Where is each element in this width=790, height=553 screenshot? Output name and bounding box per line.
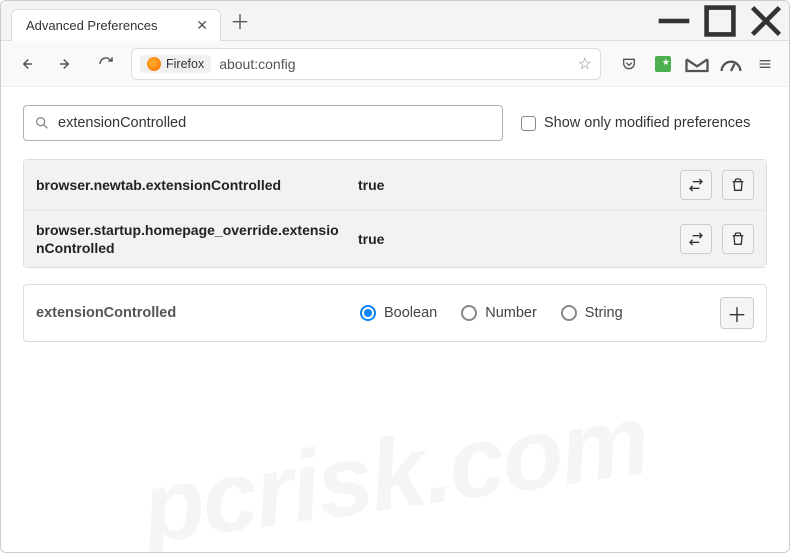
pref-value: true bbox=[358, 177, 668, 193]
radio-number[interactable]: Number bbox=[461, 305, 537, 321]
create-pref-row: extensionControlled Boolean Number Strin… bbox=[23, 284, 767, 342]
delete-button[interactable] bbox=[722, 170, 754, 200]
pref-actions bbox=[680, 170, 754, 200]
toggle-button[interactable] bbox=[680, 170, 712, 200]
pref-name: browser.newtab.extensionControlled bbox=[36, 176, 346, 194]
search-icon bbox=[34, 115, 50, 131]
search-input[interactable] bbox=[58, 115, 492, 131]
close-icon[interactable]: ✕ bbox=[194, 17, 210, 34]
reload-button[interactable] bbox=[91, 49, 121, 79]
maximize-button[interactable] bbox=[697, 1, 743, 41]
pref-actions bbox=[680, 224, 754, 254]
radio-icon bbox=[461, 305, 477, 321]
radio-boolean[interactable]: Boolean bbox=[360, 305, 437, 321]
radio-label: String bbox=[585, 305, 623, 321]
create-pref-name: extensionControlled bbox=[36, 305, 336, 321]
checkbox-label: Show only modified preferences bbox=[544, 115, 750, 131]
dashboard-icon[interactable] bbox=[717, 50, 745, 78]
add-button[interactable]: ＋ bbox=[720, 297, 754, 329]
new-tab-button[interactable]: ＋ bbox=[227, 8, 253, 34]
pref-search-box[interactable] bbox=[23, 105, 503, 141]
url-bar[interactable]: Firefox about:config ☆ bbox=[131, 48, 601, 80]
radio-icon bbox=[360, 305, 376, 321]
extension-icon[interactable] bbox=[649, 50, 677, 78]
show-modified-checkbox[interactable]: Show only modified preferences bbox=[521, 115, 750, 131]
close-button[interactable] bbox=[743, 1, 789, 41]
pref-value: true bbox=[358, 231, 668, 247]
tabs-area: Advanced Preferences ✕ ＋ bbox=[1, 1, 651, 40]
aboutconfig-content: Show only modified preferences browser.n… bbox=[1, 87, 789, 552]
firefox-icon bbox=[147, 57, 161, 71]
radio-label: Boolean bbox=[384, 305, 437, 321]
radio-icon bbox=[561, 305, 577, 321]
hamburger-menu-button[interactable] bbox=[751, 50, 779, 78]
back-button[interactable] bbox=[11, 49, 41, 79]
titlebar: Advanced Preferences ✕ ＋ bbox=[1, 1, 789, 41]
delete-button[interactable] bbox=[722, 224, 754, 254]
swap-icon bbox=[688, 231, 704, 247]
identity-label: Firefox bbox=[166, 57, 204, 71]
type-options: Boolean Number String bbox=[360, 305, 696, 321]
radio-string[interactable]: String bbox=[561, 305, 623, 321]
swap-icon bbox=[688, 177, 704, 193]
pref-name: browser.startup.homepage_override.extens… bbox=[36, 221, 346, 257]
checkbox-icon bbox=[521, 116, 536, 131]
toggle-button[interactable] bbox=[680, 224, 712, 254]
minimize-button[interactable] bbox=[651, 1, 697, 41]
identity-box[interactable]: Firefox bbox=[140, 55, 211, 73]
tab-title: Advanced Preferences bbox=[26, 18, 186, 33]
bookmark-star-icon[interactable]: ☆ bbox=[578, 54, 592, 74]
tab-active[interactable]: Advanced Preferences ✕ bbox=[11, 9, 221, 41]
trash-icon bbox=[730, 231, 746, 247]
window-controls bbox=[651, 1, 789, 41]
results-table: browser.newtab.extensionControlled true … bbox=[23, 159, 767, 268]
browser-window: Advanced Preferences ✕ ＋ bbox=[0, 0, 790, 553]
trash-icon bbox=[730, 177, 746, 193]
url-text: about:config bbox=[219, 56, 569, 72]
forward-button[interactable] bbox=[51, 49, 81, 79]
pref-row[interactable]: browser.newtab.extensionControlled true bbox=[24, 160, 766, 211]
watermark: pcrisk.com bbox=[135, 382, 654, 553]
pref-row[interactable]: browser.startup.homepage_override.extens… bbox=[24, 211, 766, 267]
search-row: Show only modified preferences bbox=[23, 105, 767, 141]
pocket-icon[interactable] bbox=[615, 50, 643, 78]
toolbar-right bbox=[611, 50, 779, 78]
nav-toolbar: Firefox about:config ☆ bbox=[1, 41, 789, 87]
mail-icon[interactable] bbox=[683, 50, 711, 78]
radio-label: Number bbox=[485, 305, 537, 321]
